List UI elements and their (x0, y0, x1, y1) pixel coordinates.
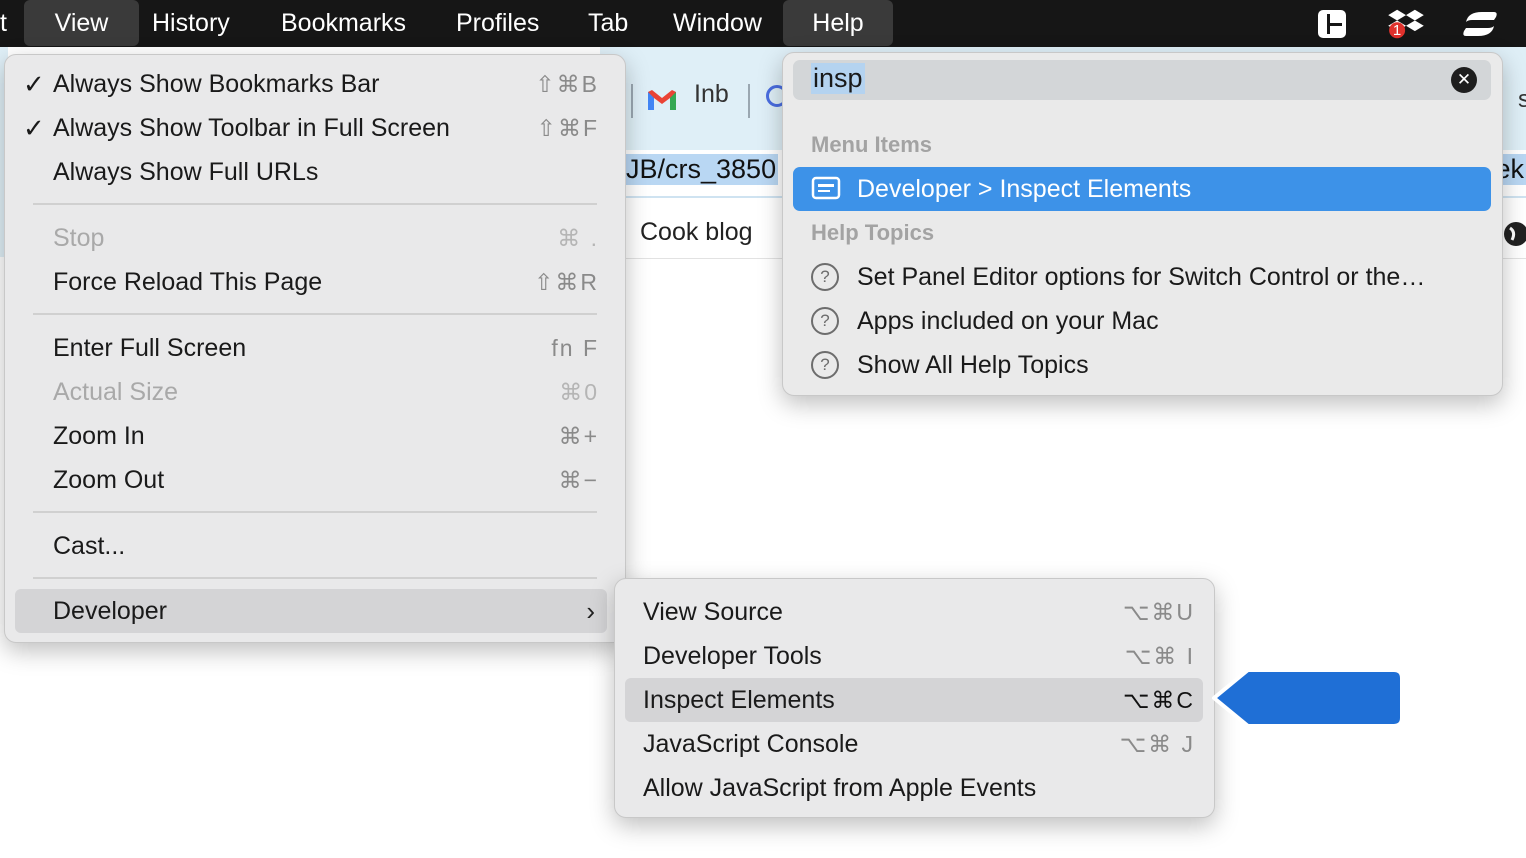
help-search-field[interactable]: insp ✕ (793, 60, 1491, 100)
menu-item-always-show-full-urls[interactable]: Always Show Full URLs (15, 150, 607, 194)
sync-icon[interactable] (1460, 8, 1500, 40)
menu-item-always-show-toolbar[interactable]: ✓ Always Show Toolbar in Full Screen ⇧⌘F (15, 106, 607, 150)
help-result-developer-inspect-elements[interactable]: Developer > Inspect Elements (793, 167, 1491, 211)
menu-separator (33, 577, 597, 579)
menu-bookmarks[interactable]: Bookmarks (281, 0, 406, 47)
menu-separator (33, 203, 597, 205)
developer-submenu: View Source ⌥⌘U Developer Tools ⌥⌘ I Ins… (614, 578, 1215, 818)
tab-divider (631, 84, 633, 118)
shortcut: ⌘+ (558, 423, 599, 449)
view-menu: ✓ Always Show Bookmarks Bar ⇧⌘B ✓ Always… (4, 54, 626, 643)
menu-item-view-source[interactable]: View Source ⌥⌘U (625, 590, 1203, 634)
clear-search-icon[interactable]: ✕ (1451, 67, 1477, 93)
menu-item-zoom-in[interactable]: Zoom In ⌘+ (15, 414, 607, 458)
checkmark-icon: ✓ (23, 69, 45, 99)
menu-item-javascript-console[interactable]: JavaScript Console ⌥⌘ J (625, 722, 1203, 766)
menu-item-icon (811, 176, 841, 200)
menu-separator (33, 313, 597, 315)
window-layout-icon[interactable] (1316, 8, 1348, 40)
url-text[interactable]: JB/crs_3850 (624, 154, 779, 185)
section-help-topics: Help Topics (811, 220, 935, 245)
menu-history[interactable]: History (152, 0, 230, 47)
menu-separator (33, 511, 597, 513)
tab-divider (748, 84, 750, 118)
help-question-icon: ? (811, 351, 839, 379)
menu-help[interactable]: Help (783, 0, 893, 46)
help-topic-panel-editor[interactable]: ? Set Panel Editor options for Switch Co… (793, 255, 1491, 299)
shortcut: ⌥⌘U (1122, 599, 1195, 625)
shortcut: ⌥⌘ I (1124, 643, 1195, 669)
dropbox-badge: 1 (1392, 22, 1402, 39)
tab-gmail-title[interactable]: Inb (694, 80, 729, 109)
shortcut: ⇧⌘R (534, 269, 599, 295)
menu-item-enter-full-screen[interactable]: Enter Full Screen fn F (15, 326, 607, 370)
checkmark-icon: ✓ (23, 113, 45, 143)
shortcut: ⌘− (558, 467, 599, 493)
menu-view[interactable]: View (24, 0, 139, 46)
shortcut: ⌘ . (557, 225, 599, 251)
shortcut: ⇧⌘B (535, 71, 599, 97)
help-question-icon: ? (811, 263, 839, 291)
help-topic-apps-included[interactable]: ? Apps included on your Mac (793, 299, 1491, 343)
menu-item-developer-tools[interactable]: Developer Tools ⌥⌘ I (625, 634, 1203, 678)
menu-bar: t View History Bookmarks Profiles Tab Wi… (0, 0, 1526, 47)
gmail-icon (648, 90, 676, 110)
menu-item-force-reload[interactable]: Force Reload This Page ⇧⌘R (15, 260, 607, 304)
menu-edit-partial[interactable]: t (0, 0, 7, 47)
menu-item-allow-javascript-apple-events[interactable]: Allow JavaScript from Apple Events (625, 766, 1203, 810)
bookmark-cook-blog[interactable]: Cook blog (640, 218, 753, 247)
shortcut: ⌥⌘ J (1119, 731, 1195, 757)
shortcut: ⌥⌘C (1122, 687, 1195, 713)
menu-item-actual-size: Actual Size ⌘0 (15, 370, 607, 414)
help-topic-show-all[interactable]: ? Show All Help Topics (793, 343, 1491, 387)
shortcut: ⌘0 (559, 379, 599, 405)
menu-item-developer[interactable]: Developer › (15, 589, 607, 633)
menu-item-always-show-bookmarks-bar[interactable]: ✓ Always Show Bookmarks Bar ⇧⌘B (15, 62, 607, 106)
menu-profiles[interactable]: Profiles (456, 0, 539, 47)
menu-item-zoom-out[interactable]: Zoom Out ⌘− (15, 458, 607, 502)
callout-arrow-icon (1212, 668, 1404, 728)
menu-window[interactable]: Window (673, 0, 762, 47)
chevron-right-icon: › (586, 596, 595, 626)
globe-icon[interactable] (1502, 220, 1526, 248)
tab-partial-text: s (1518, 86, 1526, 113)
menu-item-cast[interactable]: Cast... (15, 524, 607, 568)
help-panel: insp ✕ Menu Items Developer > Inspect El… (782, 52, 1503, 396)
help-question-icon: ? (811, 307, 839, 335)
menu-item-stop: Stop ⌘ . (15, 216, 607, 260)
menu-tab[interactable]: Tab (588, 0, 628, 47)
section-menu-items: Menu Items (811, 132, 933, 157)
shortcut: ⇧⌘F (536, 115, 599, 141)
help-search-input[interactable]: insp (811, 63, 865, 94)
shortcut: fn F (551, 335, 599, 361)
menu-item-inspect-elements[interactable]: Inspect Elements ⌥⌘C (625, 678, 1203, 722)
